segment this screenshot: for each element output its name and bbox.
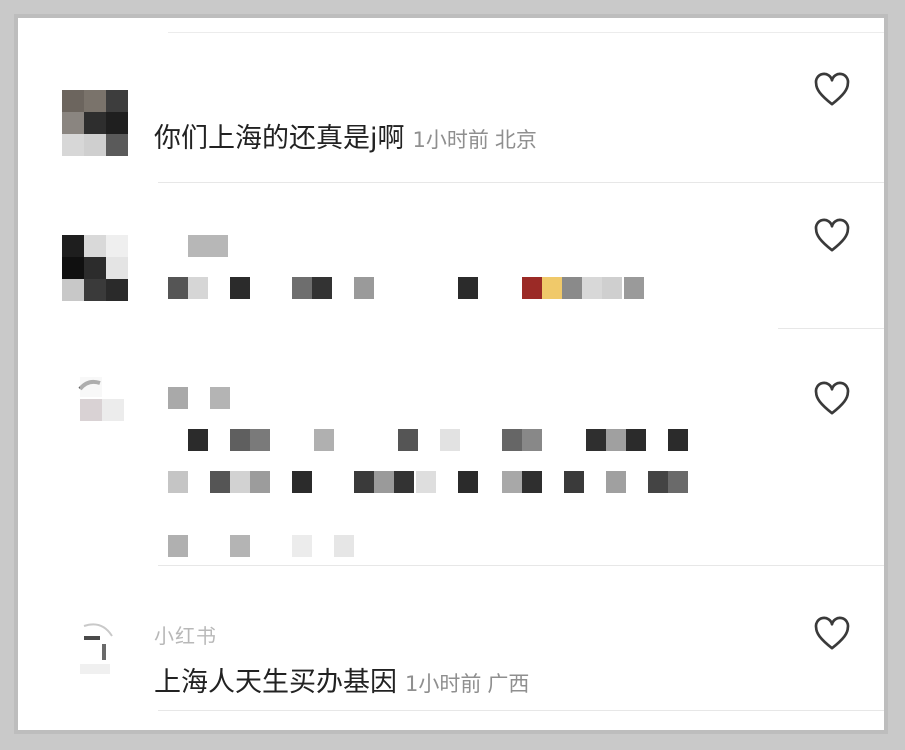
redacted-text	[458, 277, 478, 299]
redacted-text	[522, 471, 542, 493]
redacted-username	[210, 387, 230, 409]
redacted-text	[458, 471, 478, 493]
redacted-meta	[334, 535, 354, 557]
redacted-text	[314, 429, 334, 451]
redacted-text	[354, 277, 374, 299]
comment-location: 北京	[494, 128, 537, 152]
redacted-text	[168, 277, 188, 299]
redacted-text	[542, 277, 562, 299]
username[interactable]: 小红书	[154, 620, 217, 649]
comment-body: 上海人天生买办基因	[154, 667, 397, 698]
heart-outline-icon[interactable]	[812, 70, 852, 110]
comment-body: 你们上海的还真是j啊	[154, 123, 405, 154]
redacted-text	[522, 277, 542, 299]
redacted-text	[606, 471, 626, 493]
redacted-meta	[230, 535, 250, 557]
redacted-text	[354, 471, 374, 493]
redacted-text	[606, 429, 626, 451]
redacted-text	[292, 277, 312, 299]
comment-text: 上海人天生买办基因 1小时前 广西	[154, 660, 529, 699]
redacted-text	[210, 471, 230, 493]
comment-meta: 1小时前 广西	[405, 672, 529, 696]
redacted-username	[168, 387, 188, 409]
comment-meta: 1小时前 北京	[413, 128, 537, 152]
redacted-username	[188, 235, 228, 257]
redacted-text	[230, 429, 250, 451]
avatar[interactable]	[62, 369, 128, 435]
comment-item[interactable]: 小红书 上海人天生买办基因 1小时前 广西	[18, 566, 884, 716]
redacted-meta	[292, 535, 312, 557]
redacted-text	[188, 277, 208, 299]
redacted-text	[602, 277, 622, 299]
redacted-text	[168, 471, 188, 493]
redacted-meta	[168, 535, 188, 557]
avatar-placeholder-icon	[62, 369, 128, 435]
comment-item[interactable]	[18, 329, 884, 565]
comment-time: 1小时前	[405, 672, 482, 696]
heart-outline-icon[interactable]	[812, 614, 852, 654]
avatar[interactable]	[62, 90, 128, 156]
comment-text: 你们上海的还真是j啊 1小时前 北京	[154, 116, 537, 155]
heart-outline-icon[interactable]	[812, 216, 852, 256]
redacted-text	[582, 277, 602, 299]
redacted-text	[312, 277, 332, 299]
redacted-text	[398, 429, 418, 451]
redacted-text	[416, 471, 436, 493]
comment-list: 你们上海的还真是j啊 1小时前 北京 小红书 上海人天生买办基因 1小时前 广西	[14, 14, 888, 734]
redacted-text	[230, 471, 250, 493]
avatar[interactable]	[62, 235, 128, 301]
redacted-text	[586, 429, 606, 451]
redacted-text	[626, 429, 646, 451]
divider	[158, 710, 884, 711]
redacted-text	[648, 471, 668, 493]
redacted-text	[624, 277, 644, 299]
comment-item[interactable]: 你们上海的还真是j啊 1小时前 北京	[18, 18, 884, 182]
avatar[interactable]	[62, 614, 128, 680]
comment-time: 1小时前	[412, 128, 489, 152]
redacted-text	[502, 429, 522, 451]
redacted-text	[374, 471, 394, 493]
redacted-text	[230, 277, 250, 299]
comment-location: 广西	[487, 672, 530, 696]
redacted-text	[188, 429, 208, 451]
redacted-text	[440, 429, 460, 451]
redacted-text	[250, 471, 270, 493]
comment-item[interactable]	[18, 183, 884, 328]
avatar-placeholder-icon	[62, 614, 128, 680]
redacted-text	[250, 429, 270, 451]
redacted-text	[668, 429, 688, 451]
redacted-text	[522, 429, 542, 451]
heart-outline-icon[interactable]	[812, 379, 852, 419]
redacted-text	[502, 471, 522, 493]
redacted-text	[564, 471, 584, 493]
redacted-text	[668, 471, 688, 493]
redacted-text	[292, 471, 312, 493]
redacted-text	[562, 277, 582, 299]
redacted-text	[394, 471, 414, 493]
